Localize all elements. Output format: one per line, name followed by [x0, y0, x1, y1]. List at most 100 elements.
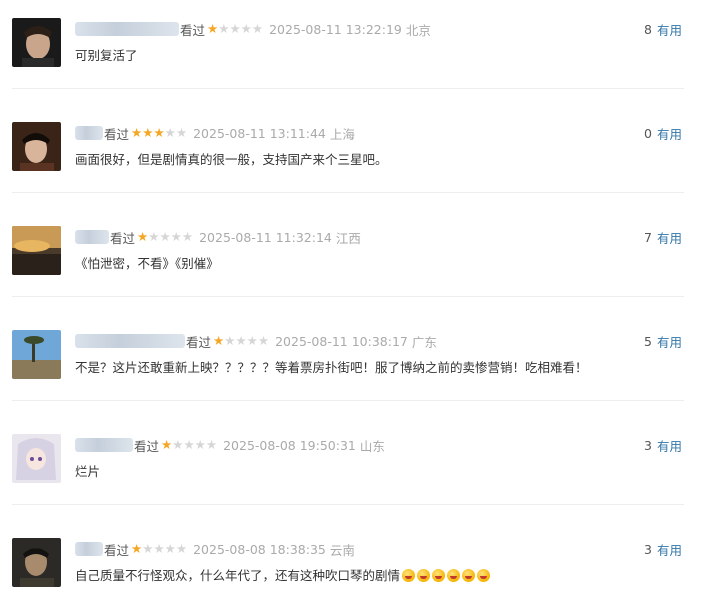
avatar-image	[12, 122, 61, 171]
star-empty-icon: ★	[229, 20, 241, 36]
avatar[interactable]	[12, 18, 61, 67]
rating-stars: ★ ★ ★ ★ ★	[213, 332, 270, 348]
divider	[12, 88, 684, 89]
watched-label: 看过	[134, 438, 160, 454]
avatar-image	[12, 434, 61, 483]
comment-item: 看过 ★ ★ ★ ★ ★ 2025-08-11 13:11:44 上海 0 有用 画面很…	[0, 104, 720, 208]
star-empty-icon: ★	[235, 332, 247, 348]
divider	[12, 400, 684, 401]
comment-header: 看过 ★ ★ ★ ★ ★ 2025-08-08 19:50:31 山东	[75, 436, 385, 454]
comment-header: 看过 ★ ★ ★ ★ ★ 2025-08-11 13:22:19 北京	[75, 20, 431, 38]
avatar[interactable]	[12, 122, 61, 171]
star-empty-icon: ★	[164, 124, 176, 140]
watched-label: 看过	[110, 230, 136, 246]
star-empty-icon: ★	[218, 20, 230, 36]
comment-text: 自己质量不行怪观众，什么年代了，还有这种吹口琴的剧情	[75, 565, 491, 584]
star-empty-icon: ★	[142, 540, 154, 556]
useful-vote[interactable]: 3 有用	[644, 540, 682, 558]
useful-count: 0	[644, 125, 652, 141]
avatar-image	[12, 226, 61, 275]
watched-label: 看过	[180, 22, 206, 38]
star-empty-icon: ★	[175, 124, 188, 140]
comment-header: 看过 ★ ★ ★ ★ ★ 2025-08-11 13:11:44 上海	[75, 124, 355, 142]
avatar-image	[12, 538, 61, 587]
useful-button[interactable]: 有用	[657, 540, 682, 559]
star-empty-icon: ★	[159, 228, 171, 244]
avatar-image	[12, 18, 61, 67]
useful-count: 3	[644, 541, 652, 557]
star-filled-icon: ★	[213, 332, 225, 348]
star-empty-icon: ★	[205, 436, 218, 452]
star-filled-icon: ★	[131, 540, 143, 556]
useful-button[interactable]: 有用	[657, 228, 682, 247]
watched-label: 看过	[186, 334, 212, 350]
divider	[12, 296, 684, 297]
useful-vote[interactable]: 3 有用	[644, 436, 682, 454]
username-blurred[interactable]	[75, 334, 185, 348]
comment-location: 江西	[335, 230, 361, 246]
useful-vote[interactable]: 5 有用	[644, 332, 682, 350]
useful-button[interactable]: 有用	[657, 332, 682, 351]
username-blurred[interactable]	[75, 230, 109, 244]
comment-location: 上海	[329, 126, 355, 142]
star-filled-icon: ★	[142, 124, 154, 140]
comment-item: 看过 ★ ★ ★ ★ ★ 2025-08-11 10:38:17 广东 5 有用 不是？…	[0, 312, 720, 416]
comment-header: 看过 ★ ★ ★ ★ ★ 2025-08-08 18:38:35 云南	[75, 540, 355, 558]
laughing-emoji-icon	[462, 569, 476, 582]
comment-time: 2025-08-08 18:38:35	[193, 541, 326, 557]
rating-stars: ★ ★ ★ ★ ★	[207, 20, 263, 36]
star-empty-icon: ★	[194, 436, 206, 452]
avatar[interactable]	[12, 434, 61, 483]
useful-vote[interactable]: 7 有用	[644, 228, 682, 246]
username-blurred[interactable]	[75, 22, 179, 36]
useful-count: 8	[644, 21, 652, 37]
rating-stars: ★ ★ ★ ★ ★	[131, 124, 188, 140]
useful-vote[interactable]: 0 有用	[644, 124, 682, 142]
laughing-emoji-icon	[447, 569, 461, 582]
star-empty-icon: ★	[175, 540, 188, 556]
comment-time: 2025-08-08 19:50:31	[223, 437, 356, 453]
useful-count: 5	[644, 333, 652, 349]
username-blurred[interactable]	[75, 438, 133, 452]
star-empty-icon: ★	[172, 436, 184, 452]
comment-location: 山东	[359, 438, 385, 454]
comment-header: 看过 ★ ★ ★ ★ ★ 2025-08-11 11:32:14 江西	[75, 228, 361, 246]
useful-count: 3	[644, 437, 652, 453]
comment-text-body: 自己质量不行怪观众，什么年代了，还有这种吹口琴的剧情	[75, 568, 401, 583]
divider	[12, 192, 684, 193]
star-empty-icon: ★	[181, 228, 194, 244]
watched-label: 看过	[104, 542, 130, 558]
star-empty-icon: ★	[153, 540, 165, 556]
rating-stars: ★ ★ ★ ★ ★	[161, 436, 218, 452]
star-empty-icon: ★	[170, 228, 182, 244]
username-blurred[interactable]	[75, 126, 103, 140]
divider	[12, 504, 684, 505]
useful-count: 7	[644, 229, 652, 245]
comment-text: 不是？这片还敢重新上映？？？？？等着票房扑街吧！服了博纳之前的卖惨营销！吃相难看…	[75, 360, 588, 375]
avatar[interactable]	[12, 538, 61, 587]
useful-button[interactable]: 有用	[657, 20, 682, 39]
laughing-emoji-icon	[417, 569, 431, 582]
useful-vote[interactable]: 8 有用	[644, 20, 682, 38]
comment-list: 看过 ★ ★ ★ ★ ★ 2025-08-11 13:22:19 北京 8 有用 可别复…	[0, 0, 720, 597]
star-empty-icon: ★	[257, 332, 270, 348]
comment-location: 广东	[411, 334, 437, 350]
rating-stars: ★ ★ ★ ★ ★	[137, 228, 194, 244]
useful-button[interactable]: 有用	[657, 436, 682, 455]
emoji-group	[400, 568, 491, 583]
star-empty-icon: ★	[246, 332, 258, 348]
star-filled-icon: ★	[137, 228, 149, 244]
star-empty-icon: ★	[148, 228, 160, 244]
comment-text: 烂片	[75, 464, 101, 479]
avatar[interactable]	[12, 330, 61, 379]
star-empty-icon: ★	[164, 540, 176, 556]
avatar[interactable]	[12, 226, 61, 275]
comment-location: 云南	[329, 542, 355, 558]
comment-item: 看过 ★ ★ ★ ★ ★ 2025-08-11 11:32:14 江西 7 有用 《怕泄…	[0, 208, 720, 312]
laughing-emoji-icon	[432, 569, 446, 582]
star-filled-icon: ★	[153, 124, 165, 140]
username-blurred[interactable]	[75, 542, 103, 556]
star-empty-icon: ★	[224, 332, 236, 348]
useful-button[interactable]: 有用	[657, 124, 682, 143]
laughing-emoji-icon	[402, 569, 416, 582]
